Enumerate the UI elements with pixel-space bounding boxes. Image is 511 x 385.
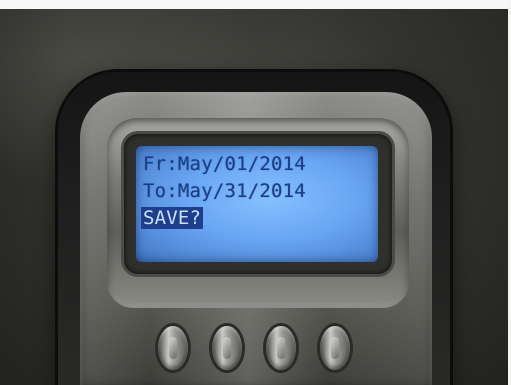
lcd-save-prompt: SAVE? [141,207,204,229]
lcd-from-date: Fr:May/01/2014 [143,153,306,175]
keypad-button-1[interactable] [158,326,188,370]
keypad-button-2[interactable] [212,326,242,370]
lcd-to-date: To:May/31/2014 [143,180,306,202]
lcd-screen: Fr:May/01/2014 To:May/31/2014 SAVE? [136,146,378,262]
keypad-button-4[interactable] [320,326,350,370]
device-photo: Fr:May/01/2014 To:May/31/2014 SAVE? [0,0,511,385]
keypad-button-3[interactable] [266,326,296,370]
